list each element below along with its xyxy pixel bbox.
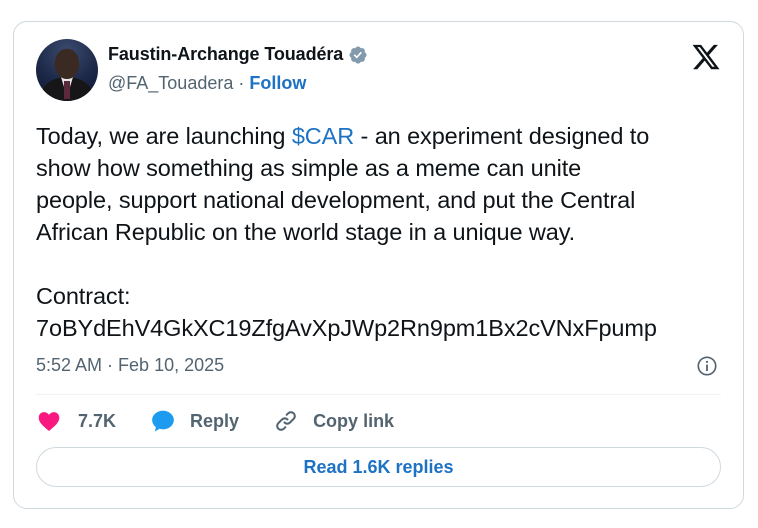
tweet-timestamp[interactable]: 5:52 AM · Feb 10, 2025 [36,355,224,376]
avatar-tie [64,81,70,99]
avatar[interactable] [36,39,98,101]
tweet-line: Contract: [36,283,131,309]
tweet-text-segment: Today, we are launching [36,123,292,149]
verified-badge-icon [349,45,367,64]
tweet-text: Today, we are launching $CAR - an experi… [36,120,736,344]
heart-icon [38,412,60,431]
read-replies-button[interactable]: Read 1.6K replies [36,447,721,487]
reply-button[interactable]: Reply [150,408,239,434]
meta-separator: · [107,355,114,375]
info-icon[interactable] [696,355,718,377]
like-button[interactable]: 7.7K [36,408,116,434]
tweet-time: 5:52 AM [36,355,103,375]
link-icon [276,411,296,431]
author-handle-row: @FA_Touadera · Follow [108,73,306,94]
author-name-row: Faustin-Archange Touadéra [108,44,368,65]
x-logo-icon[interactable] [691,42,721,72]
contract-address: 7oBYdEhV4GkXC19ZfgAvXpJWp2Rn9pm1Bx2cVNxF… [36,315,657,341]
tweet-text-segment: - an experiment designed to [354,123,650,149]
copy-link-button[interactable]: Copy link [273,408,394,434]
like-count: 7.7K [78,410,117,431]
author-handle[interactable]: @FA_Touadera [108,73,233,94]
avatar-head [55,49,79,79]
tweet-actions: 7.7K Reply Copy link [36,406,428,436]
tweet-date: Feb 10, 2025 [118,355,225,375]
tweet-line: people, support national development, an… [36,187,636,213]
copy-link-label: Copy link [313,410,395,431]
handle-separator: · [238,73,245,93]
author-name[interactable]: Faustin-Archange Touadéra [108,44,343,65]
tweet-card: Faustin-Archange Touadéra @FA_Touadera ·… [13,21,744,509]
reply-label: Reply [190,410,240,431]
divider [36,394,721,395]
cashtag-link[interactable]: $CAR [292,123,354,149]
tweet-line: show how something as simple as a meme c… [36,155,582,181]
tweet-line: African Republic on the world stage in a… [36,219,576,245]
reply-bubble-icon [152,410,174,432]
tweet-line: Today, we are launching $CAR - an experi… [36,120,736,152]
follow-button[interactable]: Follow [249,73,306,94]
